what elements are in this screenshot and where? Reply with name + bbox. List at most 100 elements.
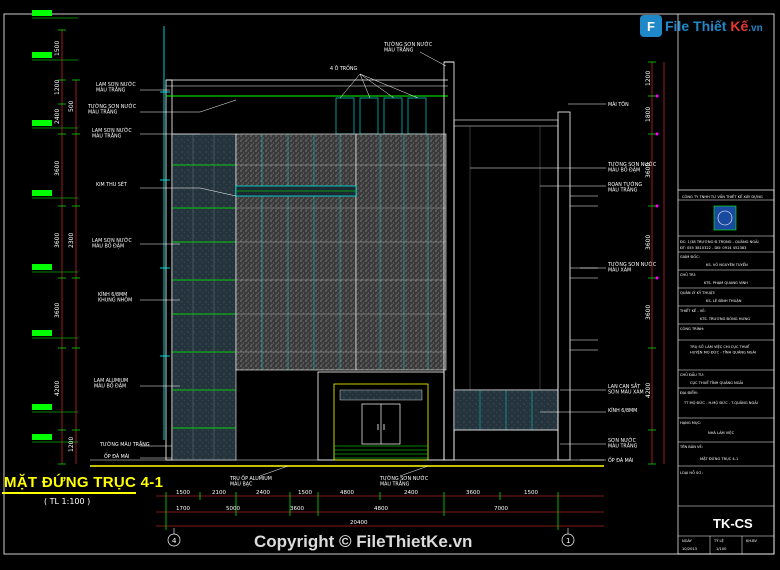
svg-text:TỶ LỆ: TỶ LỆ [713,538,725,543]
label-tuong-trang: TƯỜNG SƠN NƯỚC MÀU TRẮNG [87,103,137,116]
central-facade [235,133,447,371]
dim-text: 3600 [54,161,61,176]
elevation-label: +17.800 [34,122,49,126]
svg-text:KIM THU SÉT: KIM THU SÉT [96,180,127,188]
left-annotations: LAM SƠN NƯỚC MÀU TRẮNG TƯỜNG SƠN NƯỚC MÀU … [87,81,150,460]
grid-bubble-left: 4 [167,528,181,547]
label-kinh-right: KÍNH 6/8MM [608,407,637,414]
elevation-label: +21.800 [34,12,49,16]
label-lam-trang-2: LAM SƠN NƯỚC MÀU TRẮNG [92,127,132,140]
dim-text: 2300 [68,233,75,248]
label-tuong-xam: TƯỜNG SƠN NƯỚC MÀU XÁM [607,261,657,274]
svg-text:CÔNG TRÌNH:: CÔNG TRÌNH: [680,326,704,331]
svg-text:KÍNH 6/8MMKHUNG NHÔM: KÍNH 6/8MM KHUNG NHÔM [98,291,132,304]
dim-text: 1200 [68,437,75,452]
grid-bubble-right: 1 [561,528,575,547]
svg-text:CHỦ ĐẦU TƯ:: CHỦ ĐẦU TƯ: [680,372,705,377]
building-right-wing [453,111,598,461]
svg-text:TÊN BẢN VẼ:: TÊN BẢN VẼ: [679,444,703,449]
title-block: CÔNG TY TNHH TƯ VẤN THIẾT KẾ XÂY DỰNG ĐC… [677,14,775,555]
dim-text: 500 [68,100,75,112]
dim-text: 3600 [54,303,61,318]
label-mai-ton: MÁI TÔN [608,101,629,108]
elevation-markers [32,10,78,443]
company-logo [713,205,737,231]
label-kim-thu-set: KIM THU SÉT [96,180,127,188]
label-son-nuoc: SƠN NƯỚC MÀU TRẮNG [608,437,638,450]
svg-text:1: 1 [566,537,570,545]
roof-openings [335,97,427,135]
logo-word-vn: .vn [748,23,763,34]
elevation-label: +19.000 [34,54,49,58]
label-lan-can: LAN CAN SẮT SƠN MÀU XÁM [608,382,644,396]
svg-text:LAM SƠN NƯỚCMÀU BỐ ĐẬM: LAM SƠN NƯỚC MÀU BỐ ĐẬM [92,237,132,250]
drawing-scale: ( TL 1:100 ) [44,497,91,506]
svg-text:1/100: 1/100 [716,547,727,551]
left-dim-text: 1500 1200 2400 3600 3600 3600 4200 500 2… [54,41,75,452]
svg-text:LAM SƠN NƯỚCMÀU TRẮNG: LAM SƠN NƯỚC MÀU TRẮNG [96,81,136,94]
svg-text:4: 4 [172,537,177,545]
svg-text:KTS. TRƯƠNG ĐÔNG HƯNG: KTS. TRƯƠNG ĐÔNG HƯNG [700,316,750,321]
dim-text: 4800 [374,506,388,512]
dim-text: 7000 [494,506,508,512]
dim-text: 1700 [176,506,190,512]
top-annotations: TƯỜNG SƠN NƯỚC MÀU TRẮNG 4 Ô TRỐNG [330,41,433,72]
svg-text:TƯỜNG SƠN NƯỚCMÀU TRẮNG: TƯỜNG SƠN NƯỚC MÀU TRẮNG [87,103,137,116]
svg-text:KS. LÊ ĐÌNH THUẬN: KS. LÊ ĐÌNH THUẬN [706,298,742,303]
label-4-o-trong: 4 Ô TRỐNG [330,64,358,72]
dim-text: 1200 [645,71,652,86]
svg-text:CỤC THUẾ TỈNH QUẢNG NGÃI: CỤC THUẾ TỈNH QUẢNG NGÃI [690,379,743,385]
svg-text:LAM ALUMIUMMÀU BỐ ĐẬM: LAM ALUMIUM MÀU BỐ ĐẬM [94,378,128,390]
label-op-da-mai: ỐP ĐÁ MÀI [104,452,129,460]
dim-text: 1500 [524,490,538,496]
label-roan-tuong: ROAN TƯỜNG MÀU TRẮNG [608,181,642,194]
dim-text: 1500 [54,41,61,56]
dim-text: 3600 [645,305,652,320]
logo-word-ke: Kế [730,18,749,34]
building-left-block [165,79,237,461]
logo-word-file: File [665,18,690,34]
bottom-dim-text: 1500 2100 2400 1500 4800 2400 3600 1500 … [176,490,538,526]
svg-text:QUẢN LÝ KỸ THUẬT:: QUẢN LÝ KỸ THUẬT: [680,290,715,295]
svg-text:NHÀ LÀM VIỆC: NHÀ LÀM VIỆC [708,430,735,435]
svg-text:ĐC: 1/38 TRƯƠNG Đ.TRỌNG - QUẢN: ĐC: 1/38 TRƯƠNG Đ.TRỌNG - QUẢNG NGÃI [680,239,759,244]
svg-text:KH.BV: KH.BV [746,539,757,543]
svg-text:10/2013: 10/2013 [682,547,697,551]
svg-text:LAM SƠN NƯỚCMÀU TRẮNG: LAM SƠN NƯỚC MÀU TRẮNG [92,127,132,140]
elevation-label: +7.800 [34,332,47,336]
drawing-title: MẶT ĐỨNG TRỤC 4-1 [4,474,164,491]
svg-text:CHỦ TRÌ:: CHỦ TRÌ: [680,272,696,277]
dim-text: 4800 [340,490,354,496]
elevation-label: +15.000 [34,192,49,196]
svg-text:TRỤ SỞ LÀM VIỆC CHI CỤC THUẾHU: TRỤ SỞ LÀM VIỆC CHI CỤC THUẾ HUYỆN MỘ ĐỨC… [689,343,756,355]
svg-text:NGÀY: NGÀY [682,538,693,543]
file-icon: F [640,15,662,37]
dim-text: 2100 [212,490,226,496]
dim-text: 5000 [226,506,240,512]
label-lam-bo-dam: LAM SƠN NƯỚC MÀU BỐ ĐẬM [92,237,132,250]
label-tuong-mau-trang: TƯỜNG MÀU TRẮNG [99,440,150,448]
entrance-portal [317,371,445,461]
watermark-logo: F File Thiết Kế.vn [640,14,763,38]
dim-text: 2400 [404,490,418,496]
dim-text: 3600 [290,506,304,512]
svg-text:KTS. PHẠM QUANG VINH: KTS. PHẠM QUANG VINH [704,281,748,285]
elevation-label: +4.200 [34,406,47,410]
svg-text:GIÁM ĐỐC:: GIÁM ĐỐC: [680,254,700,259]
label-tru-op: TRỤ ỐP ALUMIUM MÀU BẠC [229,474,272,488]
elevation-label: +11.400 [34,266,49,270]
dim-text: 3600 [54,233,61,248]
dim-text: 3600 [466,490,480,496]
dim-text: 3600 [645,235,652,250]
svg-text:LOẠI HỒ SƠ:: LOẠI HỒ SƠ: [680,470,703,475]
label-op-da-right: ỐP ĐÁ MÀI [608,456,633,464]
dim-text: 1500 [298,490,312,496]
label-lam-alu: LAM ALUMIUM MÀU BỐ ĐẬM [94,378,128,390]
label-kinh-khung: KÍNH 6/8MM KHUNG NHÔM [98,291,132,304]
title-underline [2,492,136,494]
svg-text:TƯỜNG MÀU TRẮNG: TƯỜNG MÀU TRẮNG [99,440,150,448]
dim-total: 20400 [350,520,368,526]
dim-text: 2400 [256,490,270,496]
label-lam-trang-1: LAM SƠN NƯỚC MÀU TRẮNG [96,81,136,94]
dim-text: 4200 [645,383,652,398]
